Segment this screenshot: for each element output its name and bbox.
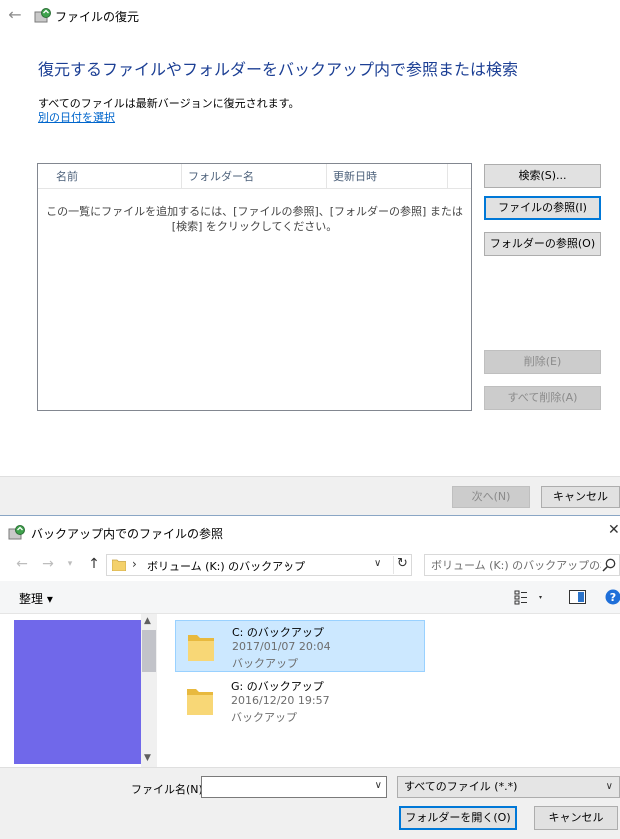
column-header-modified[interactable]: 更新日時 — [327, 164, 448, 189]
organize-button[interactable]: 整理 ▾ — [19, 590, 53, 607]
forward-arrow-icon[interactable]: → — [40, 556, 56, 572]
file-item-type: バックアップ — [231, 711, 297, 724]
close-icon[interactable]: ✕ — [608, 522, 620, 538]
recent-locations-icon[interactable]: ▾ — [62, 556, 78, 572]
chevron-down-icon[interactable]: ∨ — [606, 777, 613, 797]
browse-files-button[interactable]: ファイルの参照(I) — [484, 196, 601, 220]
address-bar[interactable]: › ボリューム (K:) のバックアップ › ∨ ↻ — [106, 554, 412, 576]
file-type-select[interactable]: すべてのファイル (*.*) ∨ — [397, 776, 620, 798]
filename-combobox[interactable]: ∨ — [201, 776, 387, 798]
help-icon[interactable]: ? — [605, 589, 620, 605]
preview-pane-icon[interactable] — [569, 590, 586, 604]
file-item-date: 2017/01/07 20:04 — [232, 640, 331, 653]
wizard-cancel-button[interactable]: キャンセル — [541, 486, 620, 508]
file-item-name: G: のバックアップ — [231, 680, 324, 693]
column-header-folder[interactable]: フォルダー名 — [182, 164, 327, 189]
scrollbar-thumb[interactable] — [142, 630, 156, 672]
column-header-name[interactable]: 名前 — [38, 164, 182, 189]
view-options-icon[interactable] — [514, 590, 542, 606]
dialog-titlebar: バックアップ内でのファイルの参照 ✕ — [0, 516, 620, 548]
file-item-type: バックアップ — [232, 657, 298, 670]
search-button[interactable]: 検索(S)... — [484, 164, 601, 188]
browse-folders-button[interactable]: フォルダーの参照(O) — [484, 232, 601, 256]
file-item-date: 2016/12/20 19:57 — [231, 694, 330, 707]
navigation-bar: ← → ▾ ↑ › ボリューム (K:) のバックアップ › ∨ ↻ — [0, 548, 620, 581]
folder-icon — [187, 689, 213, 715]
restore-files-window: ← ファイルの復元 復元するファイルやフォルダーをバックアップ内で参照または検索… — [0, 0, 620, 515]
remove-button[interactable]: 削除(E) — [484, 350, 601, 374]
restore-app-icon — [34, 8, 51, 23]
choose-date-link[interactable]: 別の日付を選択 — [38, 109, 115, 125]
scroll-down-icon[interactable]: ▼ — [144, 753, 151, 763]
breadcrumb-current[interactable]: ボリューム (K:) のバックアップ — [147, 558, 305, 574]
search-field[interactable] — [424, 554, 620, 576]
dialog-cancel-button[interactable]: キャンセル — [534, 806, 618, 830]
navigation-tree-redacted — [14, 620, 141, 764]
restore-file-list[interactable]: 名前 フォルダー名 更新日時 この一覧にファイルを追加するには、[ファイルの参照… — [37, 163, 472, 411]
breadcrumb-separator-icon[interactable]: › — [132, 557, 137, 571]
svg-text:?: ? — [610, 591, 616, 604]
wizard-titlebar: ← ファイルの復元 — [0, 0, 620, 32]
list-header: 名前 フォルダー名 更新日時 — [38, 164, 471, 189]
filename-label: ファイル名(N): — [131, 783, 207, 796]
list-item[interactable]: G: のバックアップ 2016/12/20 19:57 バックアップ — [175, 675, 425, 727]
search-icon[interactable] — [601, 557, 617, 573]
file-type-selected: すべてのファイル (*.*) — [404, 780, 518, 793]
file-list[interactable]: C: のバックアップ 2017/01/07 20:04 バックアップ G: のバ… — [157, 614, 620, 767]
back-arrow-icon[interactable]: ← — [14, 556, 30, 572]
filename-input[interactable] — [202, 777, 366, 797]
dialog-title: バックアップ内でのファイルの参照 — [31, 527, 224, 541]
breadcrumb-separator-icon[interactable]: › — [285, 557, 290, 571]
open-folder-button[interactable]: フォルダーを開く(O) — [399, 806, 517, 830]
refresh-icon[interactable]: ↻ — [393, 556, 411, 574]
restore-app-icon — [8, 525, 25, 540]
navigation-scrollbar[interactable]: ▲ ▼ — [141, 614, 157, 767]
folder-icon — [112, 559, 126, 571]
back-arrow-icon[interactable]: ← — [6, 6, 24, 24]
wizard-heading: 復元するファイルやフォルダーをバックアップ内で参照または検索 — [38, 60, 519, 79]
browse-backup-dialog: バックアップ内でのファイルの参照 ✕ ← → ▾ ↑ › ボリューム (K:) … — [0, 515, 620, 839]
next-button[interactable]: 次へ(N) — [452, 486, 530, 508]
empty-list-message: この一覧にファイルを追加するには、[ファイルの参照]、[フォルダーの参照] また… — [46, 205, 463, 233]
dialog-bottom-bar: ファイル名(N): ∨ すべてのファイル (*.*) ∨ フォルダーを開く(O)… — [0, 767, 620, 839]
list-item[interactable]: C: のバックアップ 2017/01/07 20:04 バックアップ — [175, 620, 425, 672]
chevron-down-icon[interactable]: ∨ — [375, 780, 382, 791]
up-arrow-icon[interactable]: ↑ — [86, 556, 102, 572]
chevron-down-icon[interactable]: ∨ — [374, 558, 381, 569]
remove-all-button[interactable]: すべて削除(A) — [484, 386, 601, 410]
file-item-name: C: のバックアップ — [232, 626, 324, 639]
navigation-pane[interactable]: ▲ ▼ — [0, 614, 157, 767]
wizard-title: ファイルの復元 — [55, 10, 140, 24]
folder-icon — [188, 635, 214, 661]
wizard-footer: 次へ(N) キャンセル — [0, 476, 620, 515]
command-toolbar: 整理 ▾ ? — [0, 581, 620, 614]
scroll-up-icon[interactable]: ▲ — [144, 616, 151, 626]
search-input[interactable] — [425, 555, 601, 575]
